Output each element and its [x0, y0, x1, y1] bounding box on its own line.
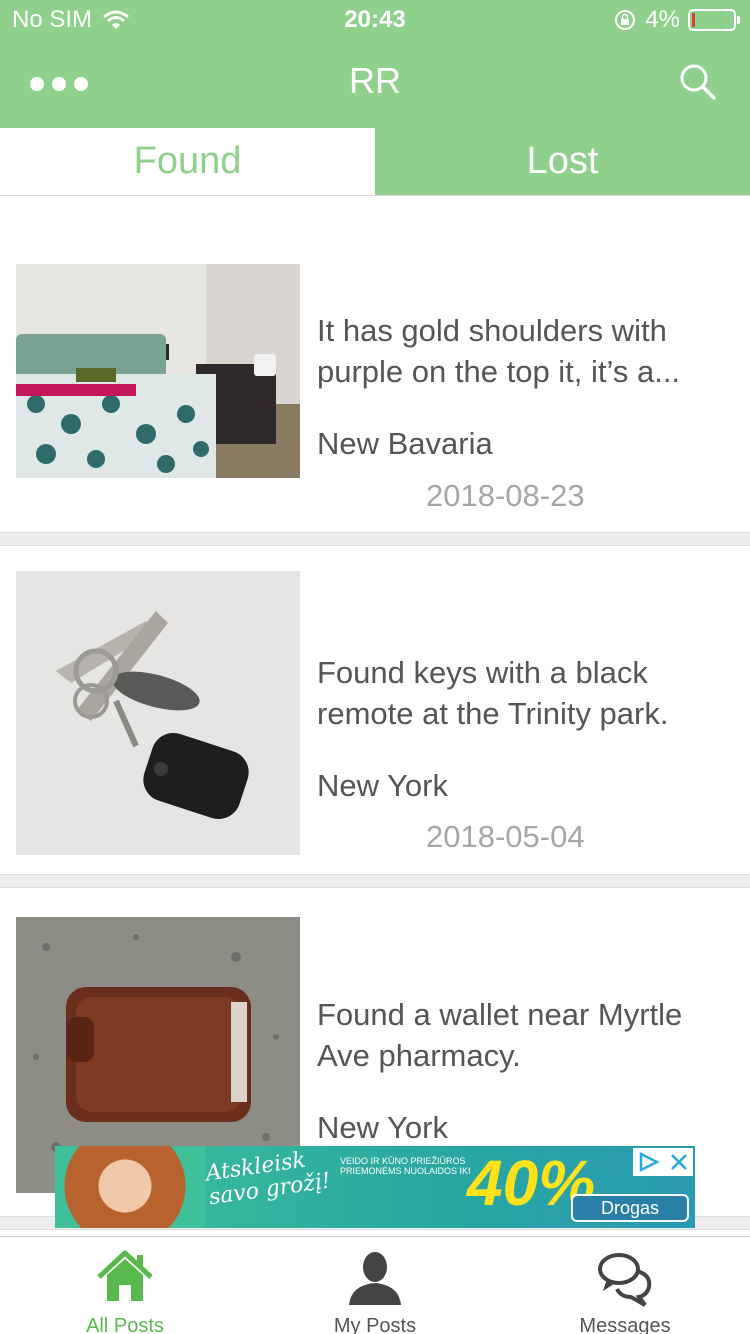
battery-percent: 4% [645, 6, 680, 33]
segment-tabs: Found Lost [0, 128, 750, 196]
tab-label: My Posts [333, 1315, 417, 1334]
ad-brand-logo: Drogas [571, 1194, 689, 1222]
post-description: Found a wallet near Myrtle Ave pharmacy. [317, 997, 683, 1073]
adchoices-icon[interactable] [637, 1151, 661, 1173]
post-location: New York [317, 768, 448, 803]
post-card[interactable]: Found keys with a black remote at the Tr… [0, 571, 750, 871]
tab-all-posts[interactable]: All Posts [0, 1243, 250, 1334]
tab-label: All Posts [86, 1315, 164, 1334]
ad-model-image [55, 1146, 205, 1228]
tab-my-posts[interactable]: My Posts [250, 1243, 500, 1334]
rotation-lock-icon [615, 10, 636, 30]
ad-controls [633, 1148, 693, 1176]
status-right: 4% [613, 6, 740, 34]
bottom-tab-bar: All Posts My Posts Messages [0, 1236, 750, 1334]
battery-icon [688, 9, 740, 31]
ad-headline: Atskleisk savo grožį! [204, 1146, 332, 1211]
bedroom-photo [16, 264, 300, 478]
status-bar: No SIM 20:43 4% [0, 0, 750, 40]
post-location: New Bavaria [317, 426, 493, 461]
close-icon[interactable] [668, 1151, 690, 1173]
tab-label: Messages [579, 1315, 671, 1334]
post-date: 2018-08-23 [426, 478, 585, 513]
list-separator [0, 532, 750, 546]
page-title: RR [349, 60, 401, 101]
list-separator [0, 874, 750, 888]
ad-banner[interactable]: Atskleisk savo grožį! VEIDO IR KŪNO PRIE… [55, 1146, 695, 1228]
search-icon[interactable] [676, 60, 720, 104]
post-location: New York [317, 1110, 448, 1145]
tab-found[interactable]: Found [0, 128, 375, 195]
post-date: 2018-05-04 [426, 819, 585, 854]
nav-bar: RR [0, 40, 750, 128]
post-description: It has gold shoulders with purple on the… [317, 313, 681, 389]
chat-bubbles-icon [598, 1253, 652, 1307]
ad-small-text: VEIDO IR KŪNO PRIEŽIŪROS PRIEMONĖMS NUOL… [340, 1156, 471, 1176]
tab-lost[interactable]: Lost [375, 128, 750, 195]
post-card[interactable]: It has gold shoulders with purple on the… [0, 264, 750, 534]
keys-photo [16, 571, 300, 855]
home-icon [97, 1250, 153, 1301]
post-description: Found keys with a black remote at the Tr… [317, 655, 669, 731]
person-icon [349, 1252, 401, 1305]
tab-messages[interactable]: Messages [500, 1243, 750, 1334]
